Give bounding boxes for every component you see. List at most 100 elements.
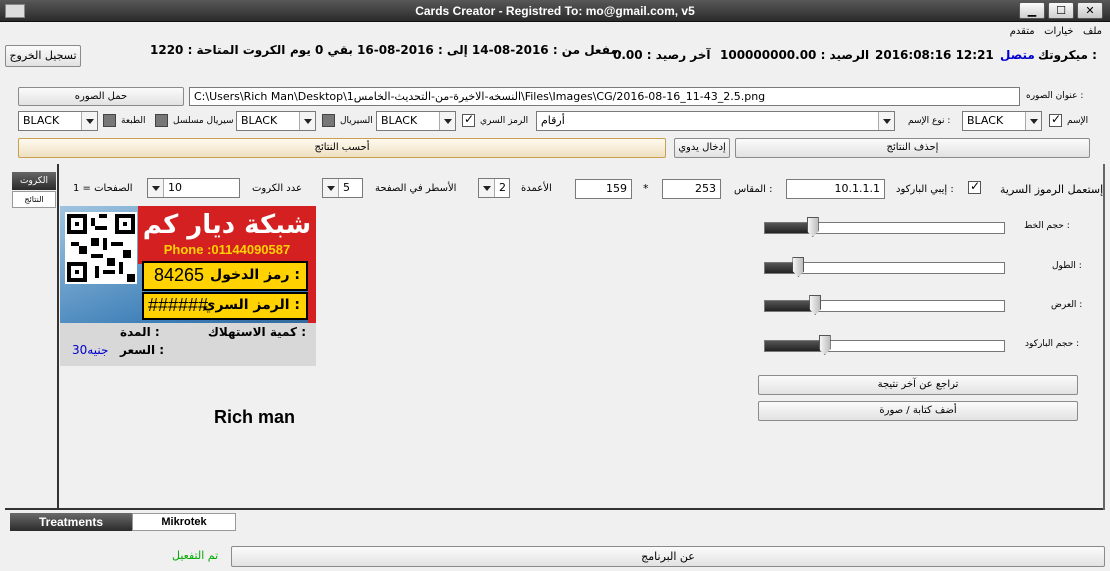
balance: الرصيد : 100000000.00 bbox=[720, 48, 870, 62]
width-slider[interactable] bbox=[764, 295, 1005, 315]
tab-results[interactable]: النتائج bbox=[12, 191, 56, 208]
window-title: Cards Creator - Registred To: mo@gmail.c… bbox=[415, 4, 695, 18]
print-label: الطبعة bbox=[121, 116, 146, 126]
password-label: الرمز السري bbox=[480, 116, 529, 126]
manual-entry-button[interactable]: إدخال يدوي bbox=[674, 138, 730, 158]
serial-checkbox[interactable] bbox=[322, 114, 335, 127]
card-owner: Rich man bbox=[214, 407, 296, 427]
calc-results-button[interactable]: أحسب النتائج bbox=[18, 138, 666, 158]
menu-bar: ملف خيارات متقدم bbox=[1010, 26, 1102, 37]
name-type-select[interactable]: أرقام bbox=[536, 111, 895, 131]
close-button[interactable]: ✕ bbox=[1077, 2, 1103, 19]
panel-bottom-border bbox=[5, 508, 1105, 510]
password-box: الرمز السري : ###### bbox=[142, 292, 308, 320]
cards-count-label: عدد الكروت bbox=[252, 183, 302, 194]
delete-results-button[interactable]: إحذف النتائج bbox=[735, 138, 1090, 158]
chevron-down-icon bbox=[81, 112, 97, 130]
panel-right-border bbox=[1103, 164, 1105, 510]
days-left: بقي 0 يوم bbox=[290, 43, 353, 57]
width-input[interactable]: 253 bbox=[662, 179, 721, 199]
chevron-down-icon bbox=[439, 112, 455, 130]
barcode-ip-label: إيبي الباركود : bbox=[896, 184, 954, 195]
slider-thumb[interactable] bbox=[792, 257, 805, 277]
price-label: السعر : bbox=[120, 343, 165, 357]
barcode-size-slider[interactable] bbox=[764, 335, 1005, 355]
login-value: 84265 bbox=[154, 265, 205, 285]
font-size-label: حجم الخط : bbox=[1024, 221, 1070, 231]
password-color-select[interactable]: BLACK bbox=[376, 111, 456, 131]
menu-options[interactable]: خيارات bbox=[1044, 26, 1073, 37]
tab-cards[interactable]: الكروت bbox=[12, 172, 56, 190]
serial-seq-label: سيريال مسلسل bbox=[173, 116, 234, 126]
pages-label: الصفحات = 1 bbox=[73, 183, 133, 194]
about-button[interactable]: عن البرنامج bbox=[231, 546, 1105, 567]
serial-color-value: BLACK bbox=[241, 114, 278, 127]
logout-button[interactable]: تسجيل الخروج bbox=[5, 45, 81, 67]
barcode-ip-input[interactable]: 10.1.1.1 bbox=[786, 179, 885, 199]
use-codes-checkbox[interactable] bbox=[968, 179, 981, 194]
card-brand: شبكة ديار كم bbox=[142, 210, 312, 240]
price-value: 30جنيه bbox=[72, 343, 109, 357]
image-path-input[interactable]: C:\Users\Rich Man\Desktop\1النسخه-الاخير… bbox=[189, 87, 1020, 106]
load-image-button[interactable]: حمل الصوره bbox=[18, 87, 184, 106]
serial-seq-checkbox[interactable] bbox=[155, 114, 168, 127]
size-label: المقاس : bbox=[734, 184, 773, 195]
minimize-button[interactable]: ▁ bbox=[1019, 2, 1045, 19]
activation-period: مفعل من : 2016-08-14 إلى : 2016-08-16. bbox=[357, 43, 623, 57]
duration-label: المدة : bbox=[120, 325, 160, 339]
print-color-value: BLACK bbox=[23, 114, 60, 127]
name-label: الإسم bbox=[1067, 116, 1089, 126]
columns-select[interactable]: 2 bbox=[478, 178, 510, 198]
chevron-down-icon bbox=[878, 112, 894, 130]
card-password-label: الرمز السري : bbox=[202, 297, 300, 313]
qr-code bbox=[65, 212, 137, 284]
slider-fill bbox=[765, 223, 813, 233]
image-path-label: عنوان الصوره : bbox=[1026, 91, 1084, 101]
length-slider[interactable] bbox=[764, 257, 1005, 277]
rows-select[interactable]: 5 bbox=[322, 178, 363, 198]
tab-mikrotek[interactable]: Mikrotek bbox=[132, 513, 236, 531]
mikrotik-label: ميكروتك : bbox=[1038, 48, 1097, 62]
font-size-slider[interactable] bbox=[764, 217, 1005, 237]
chevron-down-icon bbox=[1025, 112, 1041, 130]
chevron-down-icon bbox=[148, 179, 164, 197]
tab-treatments[interactable]: Treatments bbox=[10, 513, 132, 531]
available-cards: الكروت المتاحة : 1220 bbox=[150, 43, 286, 57]
rows-label: الأسطر في الصفحة bbox=[375, 183, 457, 194]
slider-thumb[interactable] bbox=[818, 335, 831, 355]
login-label: رمز الدخول : bbox=[210, 267, 300, 283]
undo-button[interactable]: تراجع عن آخر نتيجة bbox=[758, 375, 1078, 395]
name-checkbox[interactable] bbox=[1049, 112, 1062, 127]
print-color-select[interactable]: BLACK bbox=[18, 111, 98, 131]
status-activation: تم التفعيل bbox=[172, 549, 219, 562]
serial-color-select[interactable]: BLACK bbox=[236, 111, 316, 131]
height-input[interactable]: 159 bbox=[575, 179, 632, 199]
password-color-value: BLACK bbox=[381, 114, 418, 127]
menu-advanced[interactable]: متقدم bbox=[1010, 26, 1035, 37]
panel-divider bbox=[57, 164, 59, 509]
print-checkbox[interactable] bbox=[103, 114, 116, 127]
rows-value: 5 bbox=[343, 181, 350, 194]
usage-label: كمية الاستهلاك : bbox=[207, 325, 306, 339]
card-phone: Phone :01144090587 bbox=[163, 242, 291, 257]
chevron-down-icon bbox=[323, 179, 339, 197]
datetime: 2016:08:16 12:21 bbox=[875, 48, 994, 62]
name-type-label: نوع الإسم : bbox=[908, 116, 951, 126]
cards-count-value: 10 bbox=[168, 181, 182, 194]
slider-fill bbox=[765, 341, 825, 351]
add-text-image-button[interactable]: أضف كتابة / صورة bbox=[758, 401, 1078, 421]
slider-thumb[interactable] bbox=[809, 295, 822, 315]
card-preview[interactable]: شبكة ديار كم Phone :01144090587 رمز الدخ… bbox=[60, 206, 316, 366]
chevron-down-icon bbox=[479, 179, 495, 197]
barcode-size-label: حجم الباركود : bbox=[1025, 339, 1080, 349]
slider-thumb[interactable] bbox=[806, 217, 819, 237]
maximize-button[interactable]: ☐ bbox=[1048, 2, 1074, 19]
times-sign: * bbox=[643, 182, 649, 195]
password-checkbox[interactable] bbox=[462, 112, 475, 127]
name-color-select[interactable]: BLACK bbox=[962, 111, 1042, 131]
name-color-value: BLACK bbox=[967, 114, 1004, 127]
menu-file[interactable]: ملف bbox=[1083, 26, 1102, 37]
name-type-value: أرقام bbox=[541, 114, 565, 127]
cards-count-select[interactable]: 10 bbox=[147, 178, 240, 198]
width-label: العرض : bbox=[1051, 300, 1083, 310]
